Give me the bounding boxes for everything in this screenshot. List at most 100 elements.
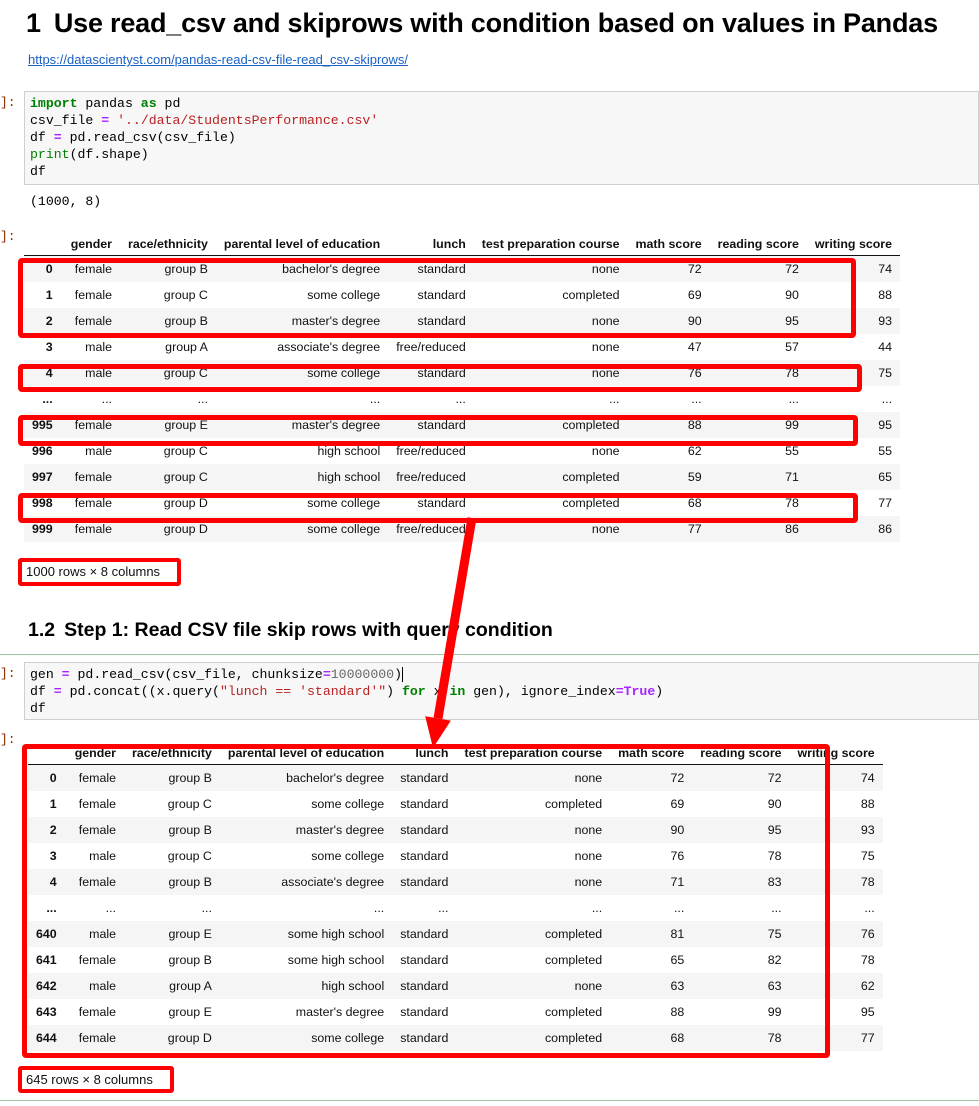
table-row: 641femalegroup Bsome high schoolstandard… — [28, 947, 883, 973]
row-index: 0 — [24, 256, 63, 282]
table-cell: ... — [610, 895, 692, 921]
table-cell: female — [63, 308, 120, 334]
table-row: 642malegroup Ahigh schoolstandardnone636… — [28, 973, 883, 999]
table-cell: ... — [790, 895, 883, 921]
table-cell: male — [63, 360, 120, 386]
table-cell: standard — [392, 973, 456, 999]
table-cell: none — [474, 256, 628, 282]
table-row: 996malegroup Chigh schoolfree/reducednon… — [24, 438, 900, 464]
section-heading-number: 1.2 — [28, 619, 55, 641]
output2-prompt[interactable]: ]: — [0, 732, 16, 747]
table-cell: group C — [120, 438, 216, 464]
table-row: 4malegroup Csome collegestandardnone7678… — [24, 360, 900, 386]
table-cell: female — [67, 765, 124, 791]
notebook-page: 1Use read_csv and skiprows with conditio… — [0, 0, 979, 1106]
cell1-prompt[interactable]: ]: — [0, 95, 16, 110]
table-cell: standard — [392, 1025, 456, 1051]
table-row: 640malegroup Esome high schoolstandardco… — [28, 921, 883, 947]
table-cell: master's degree — [220, 817, 392, 843]
table-cell: free/reduced — [388, 334, 474, 360]
table-cell: standard — [392, 765, 456, 791]
row-index: 997 — [24, 464, 63, 490]
table-cell: some college — [220, 791, 392, 817]
table-cell: group E — [124, 921, 220, 947]
cell1-stdout: (1000, 8) — [30, 194, 101, 209]
table-cell: male — [67, 843, 124, 869]
table-row: 4femalegroup Bassociate's degreestandard… — [28, 869, 883, 895]
table-cell: some high school — [220, 921, 392, 947]
table-cell: ... — [67, 895, 124, 921]
code-token: = — [101, 113, 109, 128]
table-cell: associate's degree — [220, 869, 392, 895]
table-cell: group A — [120, 334, 216, 360]
table-cell: 72 — [610, 765, 692, 791]
table-cell: 76 — [610, 843, 692, 869]
table-cell: female — [67, 817, 124, 843]
code-token: for — [402, 684, 426, 699]
table-cell: group B — [124, 869, 220, 895]
table-cell: completed — [474, 464, 628, 490]
table-row: 1femalegroup Csome collegestandardcomple… — [28, 791, 883, 817]
code-token: csv_file — [30, 113, 101, 128]
table-cell: some high school — [220, 947, 392, 973]
table-cell: completed — [456, 791, 610, 817]
table-row: 3malegroup Aassociate's degreefree/reduc… — [24, 334, 900, 360]
table-cell: 76 — [790, 921, 883, 947]
table-cell: standard — [388, 490, 474, 516]
table-cell: some college — [220, 843, 392, 869]
table-cell: 47 — [628, 334, 710, 360]
table-cell: 90 — [692, 791, 789, 817]
table-cell: master's degree — [216, 412, 388, 438]
code-token: (df.shape) — [70, 147, 149, 162]
table-cell: 78 — [710, 490, 807, 516]
column-header: lunch — [388, 237, 474, 256]
table-cell: 72 — [710, 256, 807, 282]
table-cell: 93 — [790, 817, 883, 843]
table-cell: none — [474, 334, 628, 360]
column-header: reading score — [710, 237, 807, 256]
table-cell: completed — [474, 282, 628, 308]
cell2-prompt[interactable]: ]: — [0, 666, 16, 681]
table-cell: 78 — [692, 1025, 789, 1051]
table-cell: ... — [807, 386, 900, 412]
row-index: 642 — [28, 973, 67, 999]
table-cell: 88 — [807, 282, 900, 308]
cell2-code-lines: gen = pd.read_csv(csv_file, chunksize=10… — [30, 667, 663, 716]
table-cell: group D — [120, 516, 216, 542]
row-index: 640 — [28, 921, 67, 947]
table-cell: group D — [124, 1025, 220, 1051]
column-header: lunch — [392, 746, 456, 765]
cell1-gutter — [25, 92, 27, 184]
output1-prompt[interactable]: ]: — [0, 229, 16, 244]
code-token: as — [141, 96, 157, 111]
table-cell: 78 — [710, 360, 807, 386]
table-row: 995femalegroup Emaster's degreestandardc… — [24, 412, 900, 438]
reference-link[interactable]: https://datascientyst.com/pandas-read-cs… — [28, 52, 408, 67]
table-cell: standard — [392, 947, 456, 973]
table-cell: some college — [220, 1025, 392, 1051]
table-cell: ... — [220, 895, 392, 921]
table-cell: some college — [216, 282, 388, 308]
column-header: parental level of education — [216, 237, 388, 256]
table-cell: free/reduced — [388, 516, 474, 542]
code-token: ) — [386, 684, 402, 699]
table-cell: group B — [124, 765, 220, 791]
table-cell: female — [63, 490, 120, 516]
table-cell: high school — [220, 973, 392, 999]
table-cell: 75 — [807, 360, 900, 386]
page-title-number: 1 — [26, 8, 41, 38]
dataframe-2-header-row: genderrace/ethnicityparental level of ed… — [28, 746, 883, 765]
table-cell: ... — [456, 895, 610, 921]
table-cell: 44 — [807, 334, 900, 360]
table-cell: standard — [388, 256, 474, 282]
table-cell: 95 — [710, 308, 807, 334]
table-cell: 69 — [610, 791, 692, 817]
section-divider — [0, 654, 979, 655]
table-row: 0femalegroup Bbachelor's degreestandardn… — [28, 765, 883, 791]
table-cell: male — [63, 438, 120, 464]
column-header — [24, 237, 63, 256]
code-token: df — [30, 684, 54, 699]
table-cell: standard — [388, 282, 474, 308]
table-cell: female — [67, 869, 124, 895]
table-cell: 69 — [628, 282, 710, 308]
